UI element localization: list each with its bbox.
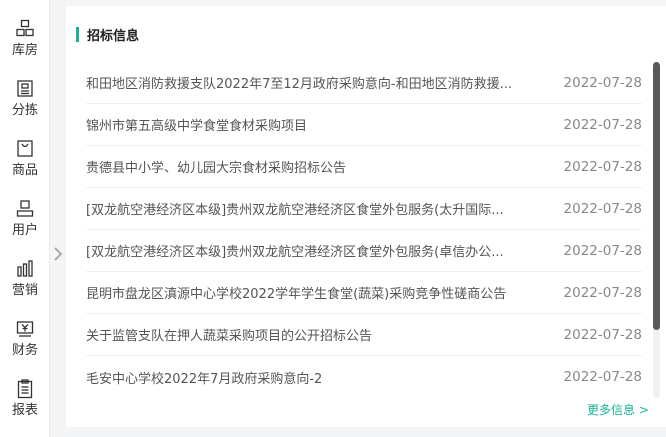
bar-chart-icon: [17, 260, 33, 277]
list-item[interactable]: [双龙航空港经济区本级]贵州双龙航空港经济区食堂外包服务(太升国际... 202…: [86, 188, 642, 230]
list-item-title[interactable]: 昆明市盘龙区滇源中心学校2022学年学生食堂(蔬菜)采购竞争性磋商公告: [86, 283, 540, 302]
sidebar-item-user[interactable]: 用户: [0, 199, 50, 257]
app-root: 库房 分拣 商品 用户 营销 财务 报表 招标信息 和田地区消防救援支队2022…: [0, 0, 666, 437]
warehouse-icon: [16, 19, 34, 37]
list-item-date: 2022-07-28: [563, 284, 642, 301]
list-item-date: 2022-07-28: [563, 116, 642, 133]
list-item-date: 2022-07-28: [563, 369, 642, 385]
list-item-title[interactable]: 毛安中心学校2022年7月政府采购意向-2: [86, 368, 540, 387]
sidebar-item-label: 营销: [11, 283, 38, 298]
chevron-right-icon: [54, 247, 63, 261]
yen-icon: [16, 321, 34, 337]
sidebar-item-warehouse[interactable]: 库房: [0, 19, 50, 77]
list-item-title[interactable]: 锦州市第五高级中学食堂食材采购项目: [86, 115, 540, 134]
sidebar-collapse-handle[interactable]: [50, 237, 66, 271]
sorting-icon: [17, 80, 33, 97]
list-item[interactable]: 和田地区消防救援支队2022年7至12月政府采购意向-和田地区消防救援... 2…: [86, 62, 642, 104]
more-info-link[interactable]: 更多信息 >: [587, 401, 649, 418]
list-scrollbar[interactable]: [653, 62, 660, 398]
sidebar-item-report[interactable]: 报表: [0, 379, 50, 437]
sidebar-item-finance[interactable]: 财务: [0, 319, 50, 377]
sidebar-item-label: 库房: [11, 43, 38, 58]
title-accent-bar: [76, 26, 79, 42]
bidding-list[interactable]: 和田地区消防救援支队2022年7至12月政府采购意向-和田地区消防救援... 2…: [86, 62, 642, 398]
sidebar-item-sorting[interactable]: 分拣: [0, 79, 50, 137]
list-item-date: 2022-07-28: [563, 158, 642, 175]
list-item-date: 2022-07-28: [563, 74, 642, 91]
sidebar-item-label: 用户: [11, 223, 38, 238]
bidding-info-card: 招标信息 和田地区消防救援支队2022年7至12月政府采购意向-和田地区消防救援…: [66, 6, 666, 427]
sidebar-item-goods[interactable]: 商品: [0, 139, 50, 197]
list-item-title[interactable]: 关于监管支队在押人蔬菜采购项目的公开招标公告: [86, 325, 540, 344]
sidebar-nav: 库房 分拣 商品 用户 营销 财务 报表: [0, 0, 50, 437]
report-icon: [17, 379, 33, 399]
user-icon: [16, 200, 34, 217]
list-item[interactable]: 锦州市第五高级中学食堂食材采购项目 2022-07-28: [86, 104, 642, 146]
list-item-date: 2022-07-28: [563, 326, 642, 343]
list-item[interactable]: 毛安中心学校2022年7月政府采购意向-2 2022-07-28: [86, 356, 642, 398]
list-item[interactable]: 关于监管支队在押人蔬菜采购项目的公开招标公告 2022-07-28: [86, 314, 642, 356]
goods-bag-icon: [17, 140, 33, 157]
list-item-title[interactable]: 贵德县中小学、幼儿园大宗食材采购招标公告: [86, 157, 540, 176]
sidebar-item-marketing[interactable]: 营销: [0, 259, 50, 317]
sidebar-item-label: 报表: [11, 403, 38, 418]
list-item[interactable]: 昆明市盘龙区滇源中心学校2022学年学生食堂(蔬菜)采购竞争性磋商公告 2022…: [86, 272, 642, 314]
list-item-date: 2022-07-28: [563, 242, 642, 259]
sidebar-item-label: 财务: [11, 343, 38, 358]
scrollbar-thumb[interactable]: [653, 62, 660, 330]
list-item-title[interactable]: [双龙航空港经济区本级]贵州双龙航空港经济区食堂外包服务(卓信办公...: [86, 241, 540, 260]
list-item-title[interactable]: [双龙航空港经济区本级]贵州双龙航空港经济区食堂外包服务(太升国际...: [86, 199, 540, 218]
list-item[interactable]: [双龙航空港经济区本级]贵州双龙航空港经济区食堂外包服务(卓信办公... 202…: [86, 230, 642, 272]
card-header: 招标信息: [76, 25, 140, 44]
sidebar-item-label: 分拣: [11, 103, 38, 118]
list-item-date: 2022-07-28: [563, 200, 642, 217]
list-item[interactable]: 贵德县中小学、幼儿园大宗食材采购招标公告 2022-07-28: [86, 146, 642, 188]
list-item-title[interactable]: 和田地区消防救援支队2022年7至12月政府采购意向-和田地区消防救援...: [86, 73, 540, 92]
sidebar-item-label: 商品: [11, 163, 38, 178]
card-title: 招标信息: [87, 28, 140, 44]
